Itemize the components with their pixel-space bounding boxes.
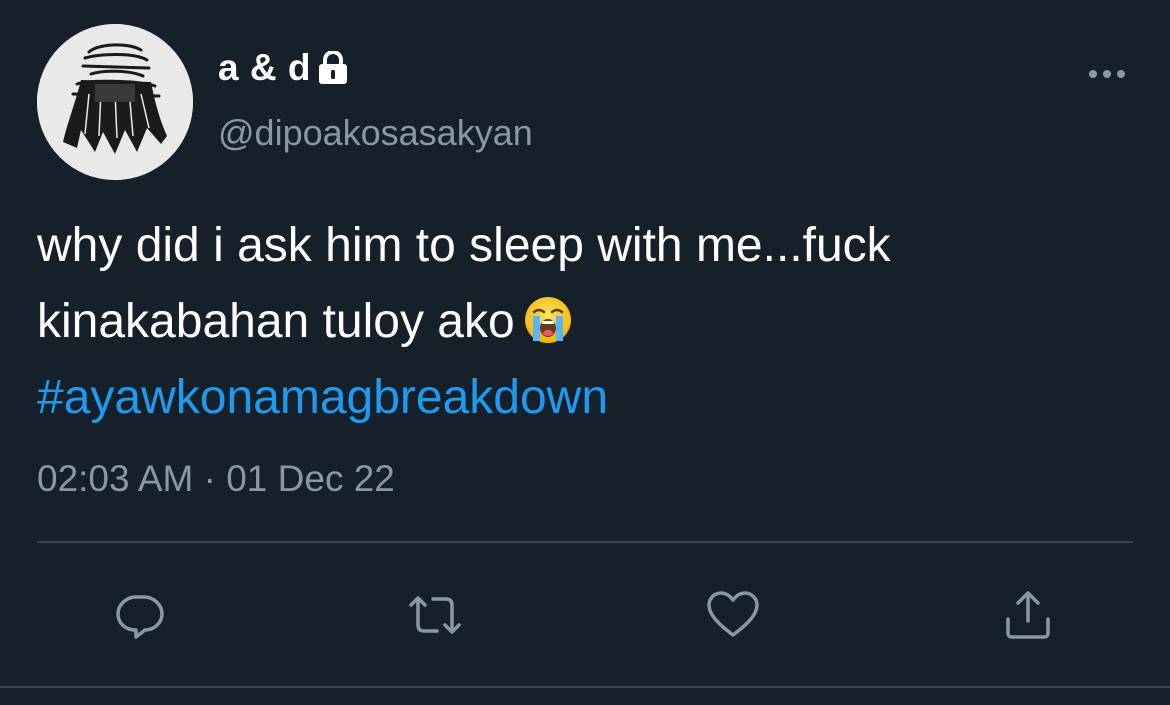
- share-icon: [1006, 591, 1050, 639]
- reply-icon: [116, 595, 164, 639]
- tweet-text-line-2-text: kinakabahan tuloy ako: [37, 295, 515, 348]
- display-name[interactable]: a & d: [218, 47, 311, 89]
- share-button[interactable]: [998, 585, 1058, 645]
- divider: [37, 541, 1133, 543]
- lock-icon: [317, 50, 349, 85]
- reply-button[interactable]: [110, 585, 170, 645]
- tweet-text-line-2: kinakabahan tuloy ako: [37, 284, 1137, 360]
- more-options-icon[interactable]: [1086, 64, 1128, 84]
- tweet-text: why did i ask him to sleep with me...fuc…: [37, 208, 1137, 436]
- avatar[interactable]: [37, 24, 193, 180]
- hashtag-link[interactable]: #ayawkonamagbreakdown: [37, 360, 1137, 436]
- display-name-row: a & d: [218, 44, 349, 92]
- retweet-button[interactable]: [405, 585, 465, 645]
- tweet-timestamp[interactable]: 02:03 AM · 01 Dec 22: [37, 458, 395, 500]
- tweet-text-line-1: why did i ask him to sleep with me...fuc…: [37, 219, 891, 272]
- avatar-image: [37, 24, 193, 180]
- tweet-detail: a & d @dipoakosasakyan why did i ask him…: [0, 0, 1170, 705]
- heart-icon: [707, 591, 759, 637]
- like-button[interactable]: [703, 585, 763, 645]
- bottom-divider: [0, 686, 1170, 688]
- loudly-crying-face-emoji: [523, 292, 573, 343]
- retweet-icon: [409, 596, 461, 634]
- user-handle[interactable]: @dipoakosasakyan: [218, 112, 533, 154]
